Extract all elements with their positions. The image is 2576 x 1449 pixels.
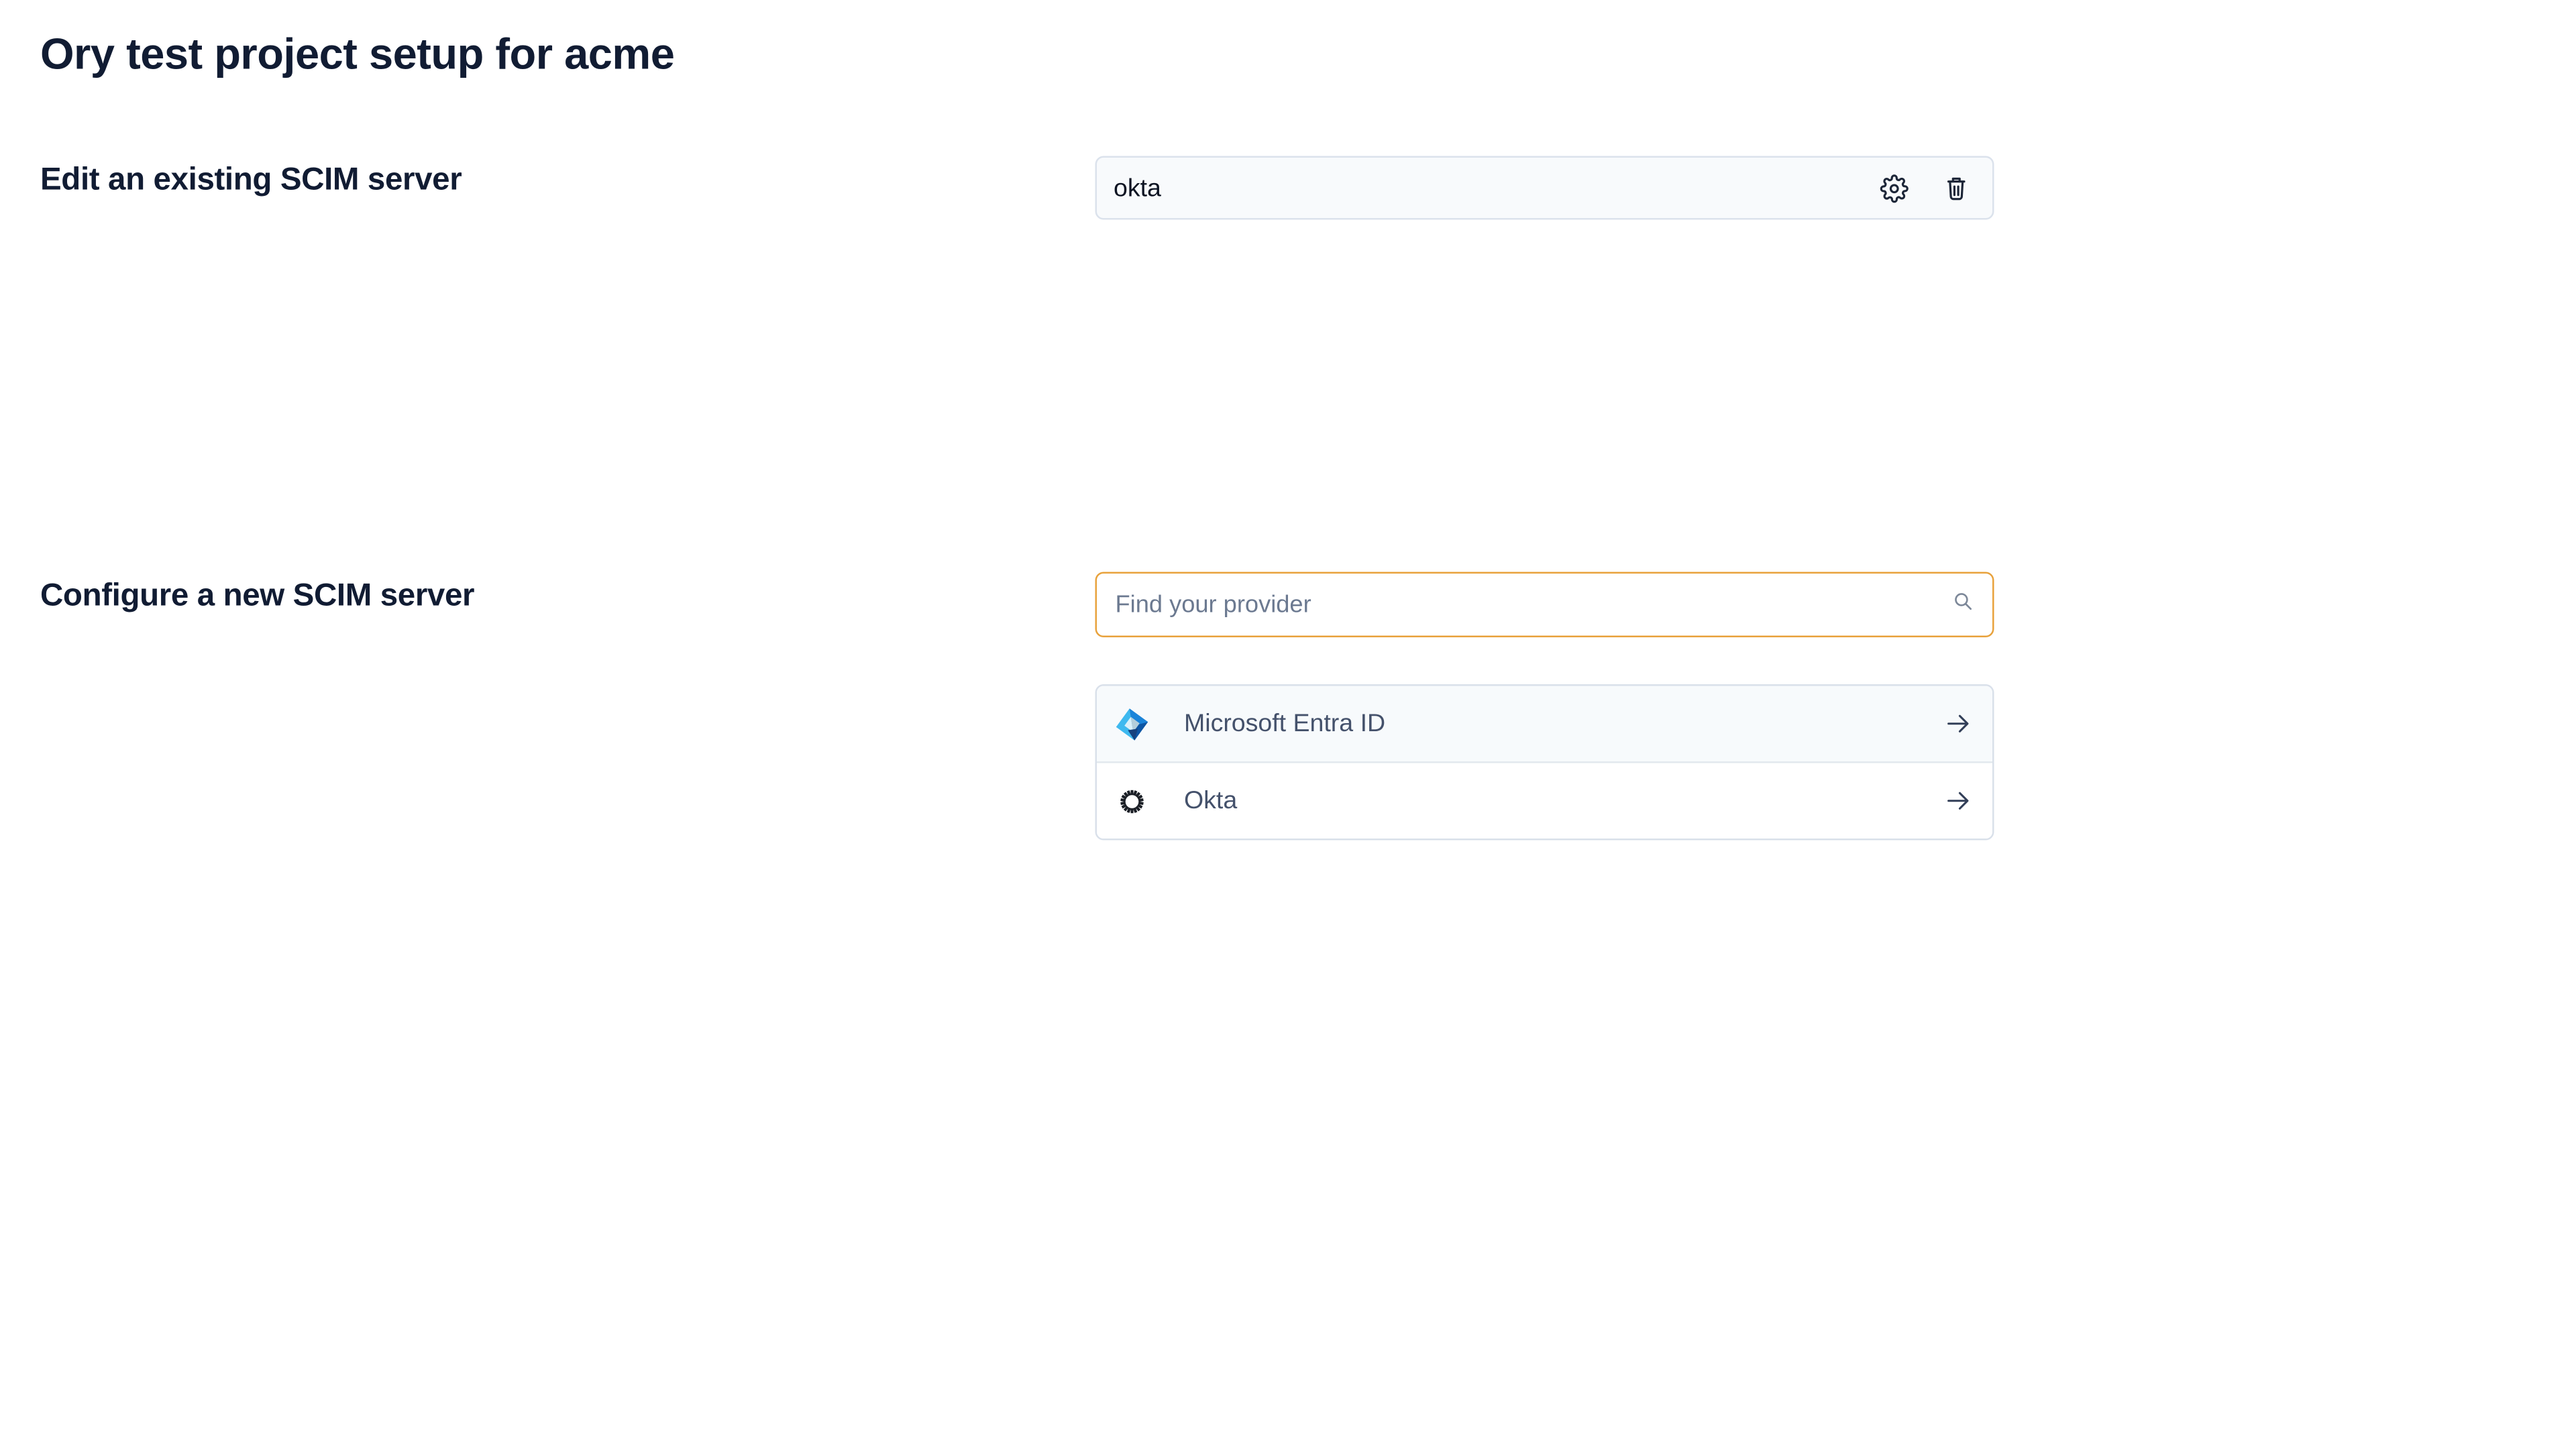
new-scim-section: Configure a new SCIM server	[0, 572, 2576, 841]
arrow-right-icon	[1944, 787, 1973, 816]
existing-scim-section: Edit an existing SCIM server okta	[0, 156, 2576, 220]
arrow-right-icon	[1944, 710, 1973, 739]
server-name: okta	[1114, 174, 1161, 203]
microsoft-entra-icon	[1114, 705, 1150, 742]
provider-label: Microsoft Entra ID	[1184, 710, 1385, 739]
page: Ory test project setup for acme Edit an …	[0, 27, 2576, 1449]
provider-row-okta[interactable]: Okta	[1097, 761, 1992, 839]
okta-logo-icon	[1114, 782, 1150, 819]
provider-search-input[interactable]	[1095, 572, 1994, 638]
new-scim-heading: Configure a new SCIM server	[40, 577, 1095, 617]
provider-label: Okta	[1184, 787, 1237, 816]
settings-icon	[1880, 174, 1909, 203]
settings-button[interactable]	[1880, 174, 1909, 203]
page-title: Ory test project setup for acme	[40, 27, 2576, 80]
existing-scim-heading: Edit an existing SCIM server	[40, 161, 1095, 201]
delete-server-button[interactable]	[1942, 174, 1971, 203]
trash-icon	[1942, 174, 1971, 203]
provider-list: Microsoft Entra ID	[1095, 684, 1994, 841]
existing-server-row: okta	[1095, 156, 1994, 220]
provider-row-microsoft-entra-id[interactable]: Microsoft Entra ID	[1097, 686, 1992, 762]
